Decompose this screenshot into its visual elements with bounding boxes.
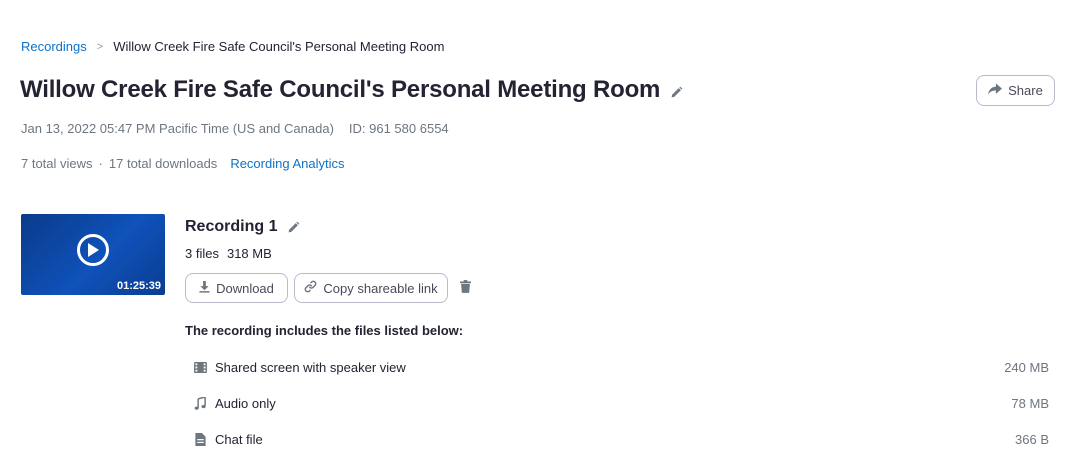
music-note-icon <box>193 396 207 410</box>
file-name: Audio only <box>215 395 276 411</box>
recording-thumbnail[interactable]: 01:25:39 <box>21 214 165 295</box>
share-arrow-icon <box>988 83 1003 98</box>
recording-stats: 7 total views · 17 total downloads Recor… <box>21 156 344 171</box>
download-button-label: Download <box>216 280 274 296</box>
file-row[interactable]: Chat file 366 B <box>193 429 1049 449</box>
file-name: Chat file <box>215 431 263 447</box>
recording-analytics-link[interactable]: Recording Analytics <box>230 156 344 171</box>
file-size: 240 MB <box>1004 359 1049 375</box>
share-button[interactable]: Share <box>976 75 1055 106</box>
breadcrumb-current: Willow Creek Fire Safe Council's Persona… <box>113 39 445 54</box>
share-button-label: Share <box>1008 83 1043 98</box>
recording-duration: 01:25:39 <box>116 280 161 292</box>
recording-title-row: Recording 1 <box>185 218 300 236</box>
meeting-meta: Jan 13, 2022 05:47 PM Pacific Time (US a… <box>21 121 449 136</box>
trash-icon[interactable] <box>460 280 471 298</box>
recording-total-size: 318 MB <box>226 246 272 261</box>
meeting-datetime: Jan 13, 2022 05:47 PM Pacific Time (US a… <box>21 121 334 136</box>
file-row[interactable]: Audio only 78 MB <box>193 393 1049 413</box>
recording-file-count: 3 files <box>185 246 219 261</box>
file-row[interactable]: Shared screen with speaker view 240 MB <box>193 357 1049 377</box>
copy-link-button-label: Copy shareable link <box>323 280 438 296</box>
page-title: Willow Creek Fire Safe Council's Persona… <box>20 76 661 103</box>
breadcrumb-separator: > <box>96 40 104 53</box>
title-row: Willow Creek Fire Safe Council's Persona… <box>20 76 683 104</box>
file-size: 366 B <box>1015 431 1049 447</box>
download-icon <box>199 280 210 296</box>
film-icon <box>193 361 207 373</box>
recording-detail-page: Recordings > Willow Creek Fire Safe Coun… <box>0 0 1067 468</box>
file-size: 78 MB <box>1011 395 1049 411</box>
breadcrumb-recordings-link[interactable]: Recordings <box>21 39 87 54</box>
copy-shareable-link-button[interactable]: Copy shareable link <box>294 273 448 303</box>
edit-recording-pencil-icon[interactable] <box>287 221 300 234</box>
edit-title-pencil-icon[interactable] <box>670 86 683 99</box>
meeting-id: ID: 961 580 6554 <box>348 121 449 136</box>
recording-size-summary: 3 files 318 MB <box>185 246 272 261</box>
stats-dot-separator: · <box>98 156 103 171</box>
file-name: Shared screen with speaker view <box>215 359 406 375</box>
link-icon <box>304 280 317 296</box>
recording-title: Recording 1 <box>185 218 278 235</box>
document-icon <box>193 432 207 446</box>
download-button[interactable]: Download <box>185 273 288 303</box>
total-downloads: 17 total downloads <box>108 156 218 171</box>
breadcrumb: Recordings > Willow Creek Fire Safe Coun… <box>21 39 444 54</box>
play-icon[interactable] <box>77 234 109 266</box>
files-heading: The recording includes the files listed … <box>185 323 464 338</box>
total-views: 7 total views <box>21 156 93 171</box>
